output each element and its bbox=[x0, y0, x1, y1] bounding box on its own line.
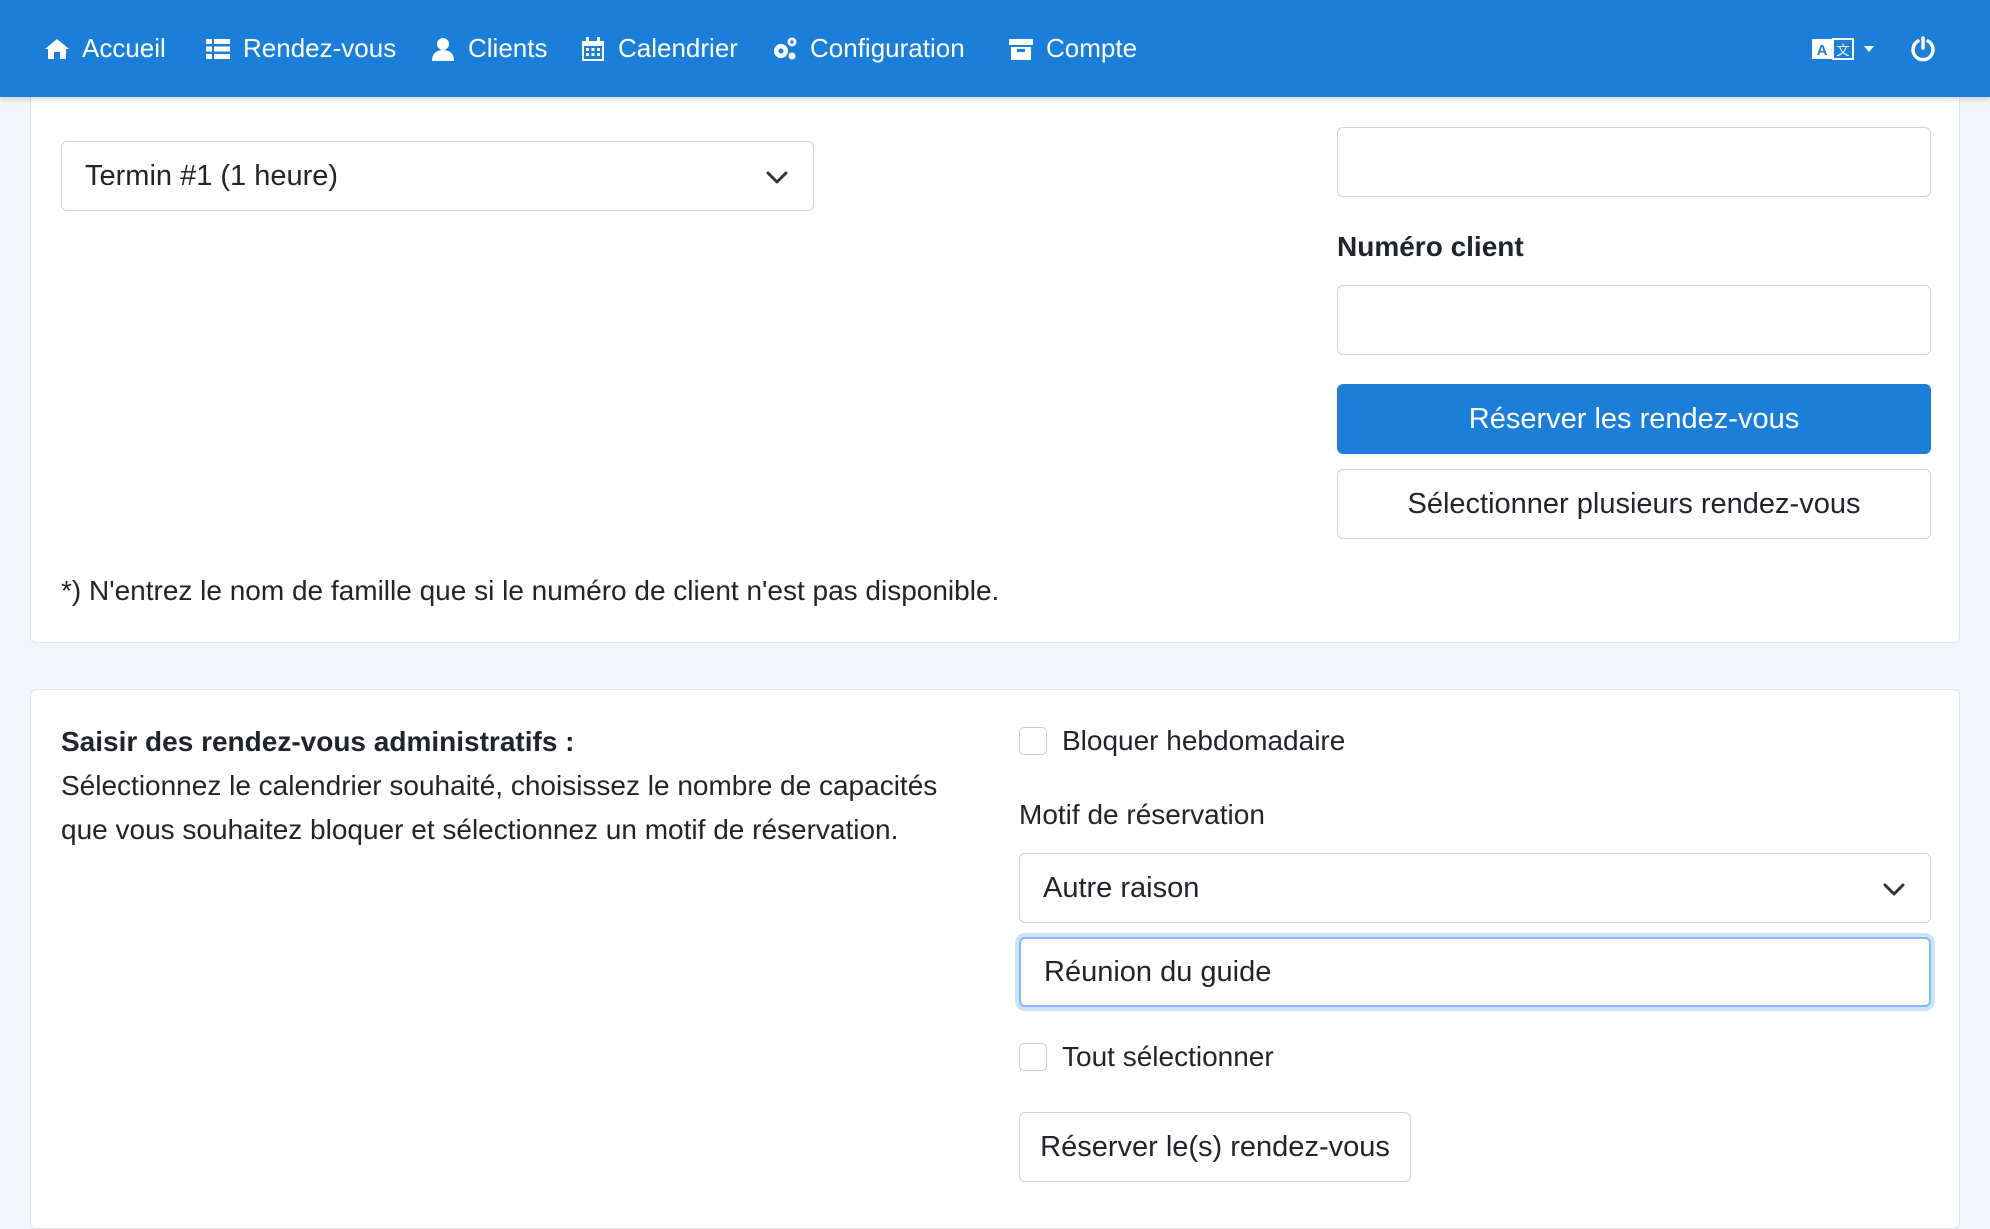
top-navbar: Accueil Rendez-vous Clients Calendrier C… bbox=[0, 0, 1990, 97]
chevron-down-icon bbox=[766, 171, 788, 184]
reason-label: Motif de réservation bbox=[1019, 799, 1265, 830]
nav-label: Configuration bbox=[810, 33, 965, 63]
admin-booking-card: Saisir des rendez-vous administratifs : … bbox=[30, 689, 1960, 1229]
nav-label: Calendrier bbox=[618, 33, 738, 63]
book-admin-appointments-button[interactable]: Réserver le(s) rendez-vous bbox=[1019, 1112, 1411, 1182]
nav-configuration[interactable]: Configuration bbox=[772, 0, 965, 97]
weekly-block-label: Bloquer hebdomadaire bbox=[1062, 725, 1346, 756]
customer-number-input[interactable] bbox=[1337, 285, 1931, 355]
weekly-block-checkbox[interactable] bbox=[1019, 727, 1047, 755]
nav-compte[interactable]: Compte bbox=[1008, 0, 1137, 97]
gears-icon bbox=[774, 37, 797, 59]
nav-label: Rendez-vous bbox=[243, 33, 397, 63]
calendar-icon bbox=[582, 36, 604, 61]
nav-calendrier[interactable]: Calendrier bbox=[580, 0, 738, 97]
nav-clients[interactable]: Clients bbox=[430, 0, 547, 97]
termin-select[interactable]: Termin #1 (1 heure) bbox=[61, 141, 814, 211]
svg-text:A: A bbox=[1817, 42, 1828, 59]
caret-down-icon bbox=[1864, 45, 1874, 52]
nav-label: Compte bbox=[1046, 33, 1138, 63]
home-icon bbox=[45, 38, 69, 59]
nav-rendez-vous[interactable]: Rendez-vous bbox=[205, 0, 396, 97]
select-all-checkbox[interactable] bbox=[1019, 1043, 1047, 1071]
list-icon bbox=[206, 38, 230, 59]
language-dropdown[interactable]: A 文 bbox=[1812, 0, 1876, 97]
admin-title: Saisir des rendez-vous administratifs : bbox=[61, 726, 575, 757]
select-multiple-button[interactable]: Sélectionner plusieurs rendez-vous bbox=[1337, 469, 1931, 539]
admin-description: Sélectionnez le calendrier souhaité, cho… bbox=[61, 770, 938, 845]
reason-text-input[interactable] bbox=[1019, 937, 1931, 1007]
archive-icon bbox=[1009, 38, 1033, 60]
user-icon bbox=[432, 37, 454, 61]
lastname-footnote: *) N'entrez le nom de famille que si le … bbox=[61, 575, 1000, 606]
svg-text:文: 文 bbox=[1836, 44, 1849, 59]
nav-label: Accueil bbox=[82, 33, 166, 63]
termin-select-value: Termin #1 (1 heure) bbox=[85, 159, 339, 192]
book-appointments-button[interactable]: Réserver les rendez-vous bbox=[1337, 384, 1931, 454]
nav-label: Clients bbox=[468, 33, 548, 63]
language-icon: A 文 bbox=[1812, 37, 1854, 60]
booking-card: Termin #1 (1 heure) Numéro client Réserv… bbox=[30, 60, 1960, 643]
select-all-label: Tout sélectionner bbox=[1062, 1041, 1274, 1072]
reason-select-value: Autre raison bbox=[1043, 871, 1200, 904]
lastname-input[interactable] bbox=[1337, 127, 1931, 197]
power-icon bbox=[1911, 35, 1935, 61]
chevron-down-icon bbox=[1883, 883, 1905, 896]
customer-number-label: Numéro client bbox=[1337, 231, 1524, 262]
nav-accueil[interactable]: Accueil bbox=[44, 0, 166, 97]
reason-select[interactable]: Autre raison bbox=[1019, 853, 1931, 923]
logout-button[interactable] bbox=[1910, 0, 1936, 97]
